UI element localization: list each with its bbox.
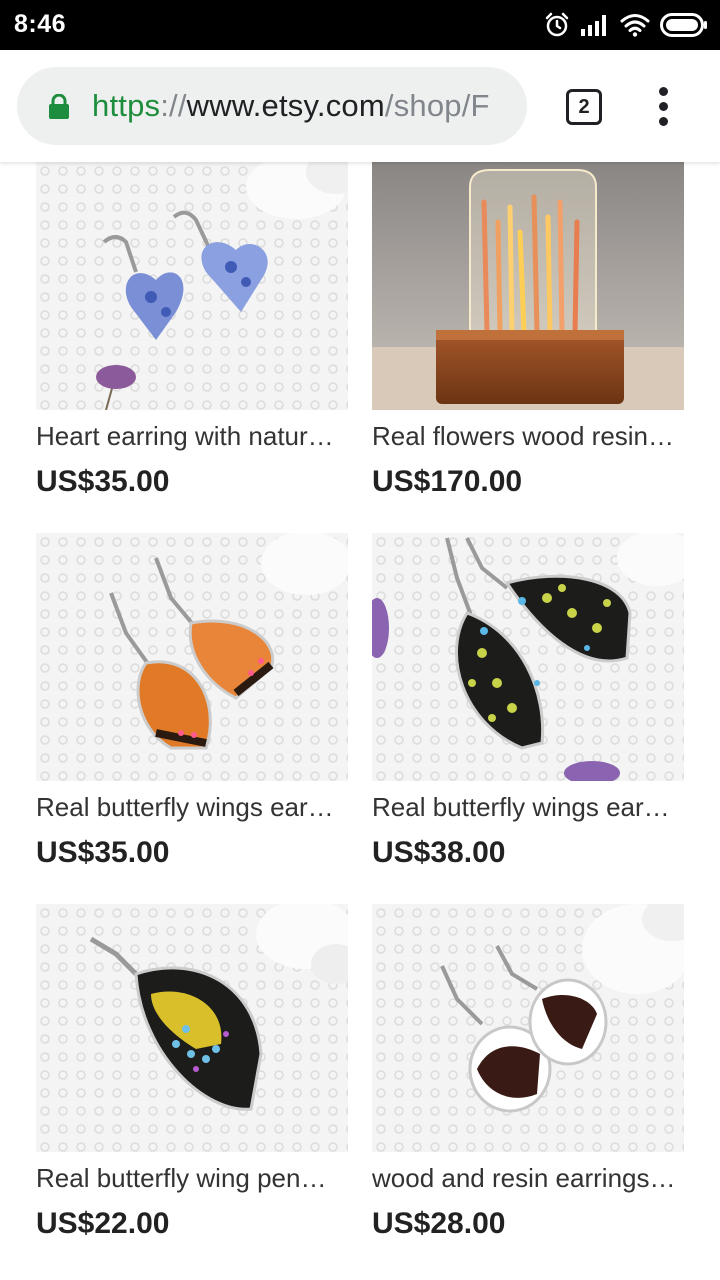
listing-card[interactable]: Real flowers wood resin… US$170.00 — [372, 162, 684, 500]
overflow-menu-button[interactable] — [650, 87, 678, 127]
signal-icon — [580, 13, 610, 37]
listing-title[interactable]: Real butterfly wings ear… — [36, 791, 348, 823]
listing-card[interactable]: Real butterfly wings ear… US$35.00 — [36, 533, 348, 871]
menu-dot-icon — [659, 102, 668, 111]
listing-price: US$35.00 — [36, 465, 170, 498]
listing-image[interactable] — [36, 533, 348, 781]
url-host: www.etsy.com — [186, 88, 385, 123]
lock-icon[interactable] — [48, 93, 70, 125]
listing-image[interactable] — [36, 162, 348, 410]
listing-card[interactable]: wood and resin earrings… US$28.00 — [372, 904, 684, 1242]
menu-dot-icon — [659, 87, 668, 96]
browser-toolbar: https://www.etsy.com/shop/F 2 — [0, 50, 720, 162]
menu-dot-icon — [659, 117, 668, 126]
listing-card[interactable]: Real butterfly wing pen… US$22.00 — [36, 904, 348, 1242]
listing-grid: Heart earring with natur… US$35.00 Real … — [0, 162, 720, 1280]
alarm-icon — [544, 12, 570, 38]
listing-price: US$35.00 — [36, 836, 170, 869]
url-separator: :// — [160, 88, 187, 123]
listing-title[interactable]: Real butterfly wing pen… — [36, 1162, 348, 1194]
address-bar[interactable]: https://www.etsy.com/shop/F — [17, 67, 527, 145]
listing-image[interactable] — [372, 533, 684, 781]
listing-price: US$38.00 — [372, 836, 506, 869]
listing-title[interactable]: Real butterfly wings ear… — [372, 791, 684, 823]
listing-title[interactable]: Heart earring with natur… — [36, 420, 348, 452]
listing-price: US$22.00 — [36, 1207, 170, 1240]
wifi-icon — [620, 13, 650, 37]
listing-title[interactable]: Real flowers wood resin… — [372, 420, 684, 452]
status-icons — [544, 11, 708, 39]
tab-switcher-button[interactable]: 2 — [566, 89, 602, 125]
url-text[interactable]: https://www.etsy.com/shop/F — [92, 86, 512, 126]
listing-price: US$170.00 — [372, 465, 523, 498]
battery-icon — [660, 13, 708, 37]
listing-price: US$28.00 — [372, 1207, 506, 1240]
url-scheme: https — [92, 88, 161, 123]
url-path: /shop/F — [384, 88, 490, 123]
listing-title[interactable]: wood and resin earrings… — [372, 1162, 684, 1194]
status-time: 8:46 — [14, 10, 67, 38]
listing-card[interactable]: Real butterfly wings ear… US$38.00 — [372, 533, 684, 871]
listing-image[interactable] — [372, 162, 684, 410]
listing-image[interactable] — [36, 904, 348, 1152]
listing-image[interactable] — [372, 904, 684, 1152]
status-bar: 8:46 — [0, 0, 720, 50]
listing-card[interactable]: Heart earring with natur… US$35.00 — [36, 162, 348, 500]
